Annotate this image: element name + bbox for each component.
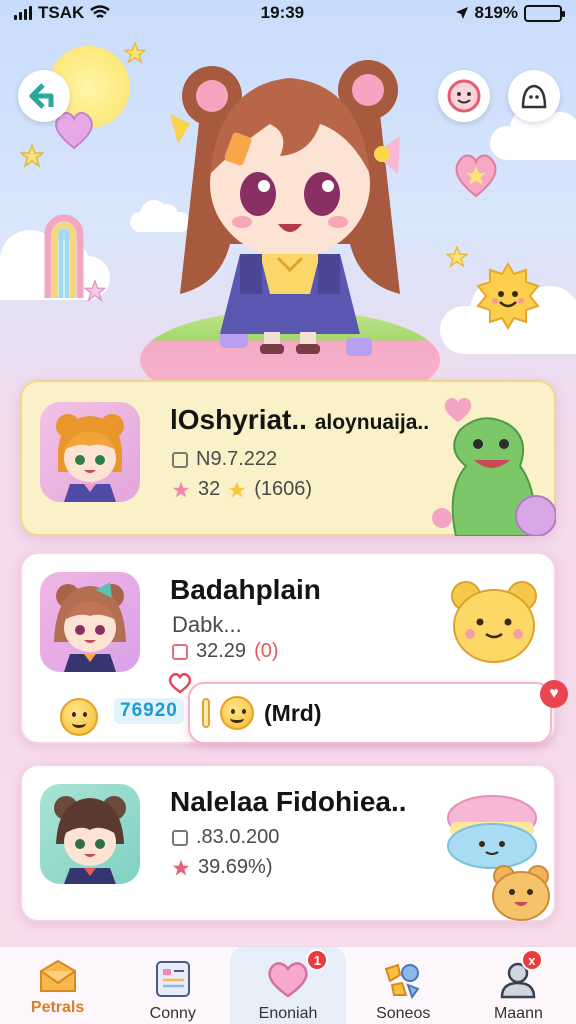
item-title-suffix: aloynuaija.. <box>314 411 430 434</box>
clock: 19:39 <box>260 3 305 22</box>
notification-badge: 1 <box>306 949 329 971</box>
list-item[interactable]: lOshyriat.. aloynuaija.. N9.7.222 32 (16… <box>20 380 556 536</box>
nav-item-petrals[interactable]: Petrals <box>0 947 115 1024</box>
smiley-icon <box>220 696 254 730</box>
nav-item-enoniah[interactable]: 1 Enoniah <box>230 947 346 1024</box>
envelope-icon <box>39 959 76 992</box>
list-item[interactable]: Nalelaa Fidohiea.. .83.0.200 39.69%) <box>20 764 556 922</box>
nav-label: Soneos <box>376 1005 431 1022</box>
nav-label: Enoniah <box>258 1005 318 1022</box>
sun-face-decoration-icon <box>476 262 540 330</box>
star-decoration-icon <box>124 42 146 64</box>
heart-badge-decoration-icon <box>455 154 497 198</box>
notification-badge: x <box>520 949 543 971</box>
dino-mascot-decoration <box>432 417 556 536</box>
document-icon <box>172 829 188 846</box>
face-icon <box>447 79 481 113</box>
document-icon <box>155 961 190 997</box>
item-meta: .83.0.200 <box>172 826 279 849</box>
notification-heart-icon[interactable]: ♥ <box>540 680 568 708</box>
avatar <box>40 784 140 884</box>
hero-scene <box>0 26 576 386</box>
nav-item-conny[interactable]: Conny <box>115 947 230 1024</box>
nav-label: Maann <box>493 1005 543 1022</box>
puzzle-icon <box>384 963 420 999</box>
list-item[interactable]: Badahplain Dabk... 32.29 (0) 76920 (Mrd)… <box>20 552 568 744</box>
document-icon <box>172 643 188 660</box>
nav-item-maann[interactable]: x Maann <box>461 947 576 1024</box>
back-button[interactable] <box>18 70 70 122</box>
account-button[interactable] <box>508 70 560 122</box>
bear-face-decoration <box>451 581 537 663</box>
signal-icon <box>14 6 32 20</box>
character-avatar <box>56 414 124 502</box>
item-title: lOshyriat.. aloynuaija.. <box>170 404 430 435</box>
status-indicator <box>202 698 210 728</box>
star-icon <box>172 859 190 875</box>
carrier-name: TSAK <box>38 3 85 22</box>
rainbow-decoration-icon <box>44 214 84 298</box>
bottom-navigation: Petrals Conny 1 Enoniah Soneos x Maann <box>0 946 576 1024</box>
item-title: Badahplain <box>170 574 321 605</box>
location-icon <box>455 7 468 19</box>
status-bar: TSAK 19:39 819% <box>0 0 576 26</box>
item-rating: 32.29 (0) <box>172 640 279 663</box>
nav-label: Conny <box>149 1005 196 1022</box>
profile-button[interactable] <box>438 70 490 122</box>
item-id-tag: 76920 <box>114 698 184 724</box>
item-meta: N9.7.222 <box>172 448 277 471</box>
document-icon <box>172 451 188 468</box>
avatar <box>40 402 140 502</box>
star-icon <box>172 481 190 497</box>
character-avatar <box>54 582 126 672</box>
star-decoration-icon <box>84 280 106 302</box>
reaction-label: (Mrd) <box>264 699 322 726</box>
star-decoration-icon <box>20 144 44 168</box>
wifi-icon <box>90 5 111 19</box>
item-meta: Dabk... <box>172 612 242 637</box>
item-rating: 32 (1606) <box>172 478 312 501</box>
user-icon <box>521 84 547 109</box>
item-title: Nalelaa Fidohiea.. <box>170 786 407 817</box>
character-avatar <box>54 796 126 884</box>
cloud-decoration <box>490 106 576 160</box>
back-arrow-icon <box>29 83 54 109</box>
heart-icon <box>268 962 308 998</box>
hero-character <box>170 60 400 354</box>
teddy-bear-decoration <box>492 865 550 921</box>
nav-label: Petrals <box>30 999 85 1016</box>
battery-percent: 819% <box>474 3 518 22</box>
reaction-pill[interactable]: (Mrd) <box>188 682 552 744</box>
item-rating: 39.69%) <box>172 856 273 879</box>
star-decoration-icon <box>446 246 468 268</box>
smiley-icon <box>60 698 98 736</box>
battery-icon <box>524 4 565 22</box>
nav-item-soneos[interactable]: Soneos <box>346 947 461 1024</box>
star-icon <box>229 481 246 497</box>
avatar <box>40 572 140 672</box>
